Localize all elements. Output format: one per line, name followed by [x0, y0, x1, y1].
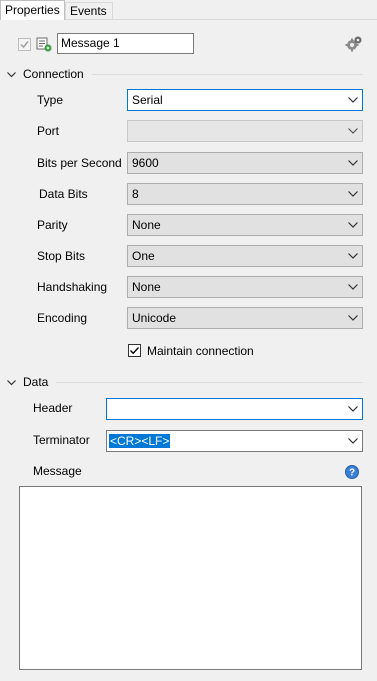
section-divider	[92, 74, 363, 75]
connection-section-header[interactable]: Connection	[7, 66, 84, 82]
encoding-value: Unicode	[132, 311, 177, 325]
chevron-down-icon	[347, 277, 359, 297]
chevron-down-icon	[347, 90, 359, 110]
bits-per-second-dropdown[interactable]: 9600	[127, 152, 363, 174]
bits-per-second-value: 9600	[132, 156, 159, 170]
gears-icon[interactable]	[345, 35, 363, 53]
chevron-down-icon	[347, 431, 359, 451]
message-icon	[36, 37, 52, 52]
parity-dropdown[interactable]: None	[127, 214, 363, 236]
chevron-down-icon	[347, 215, 359, 235]
terminator-label: Terminator	[33, 433, 90, 447]
header-combobox[interactable]	[106, 398, 363, 420]
chevron-down-icon	[347, 121, 359, 141]
header-label: Header	[33, 401, 73, 415]
chevron-down-icon	[347, 399, 359, 419]
chevron-down-icon	[347, 184, 359, 204]
type-label: Type	[37, 93, 64, 107]
terminator-value: <CR><LF>	[109, 434, 171, 448]
port-label: Port	[37, 124, 60, 138]
data-bits-dropdown[interactable]: 8	[127, 183, 363, 205]
type-dropdown[interactable]: Serial	[127, 89, 363, 111]
tab-events[interactable]: Events	[65, 2, 113, 19]
encoding-label: Encoding	[37, 311, 88, 325]
section-title: Data	[23, 375, 49, 389]
bits-per-second-label: Bits per Second	[37, 156, 122, 170]
data-section-header[interactable]: Data	[7, 374, 48, 390]
message-textarea[interactable]	[19, 486, 362, 670]
chevron-down-icon	[347, 308, 359, 328]
chevron-down-icon	[347, 246, 359, 266]
stop-bits-label: Stop Bits	[37, 249, 86, 263]
parity-value: None	[132, 218, 161, 232]
section-title: Connection	[23, 67, 84, 81]
stop-bits-value: One	[132, 249, 155, 263]
message-name-input[interactable]: Message 1	[57, 33, 194, 54]
checkmark-icon	[18, 38, 31, 51]
stop-bits-dropdown[interactable]: One	[127, 245, 363, 267]
parity-label: Parity	[37, 218, 68, 232]
tab-properties[interactable]: Properties	[0, 0, 65, 20]
handshaking-value: None	[132, 280, 161, 294]
help-icon[interactable]: ?	[345, 465, 359, 479]
section-divider	[56, 382, 363, 383]
handshaking-dropdown[interactable]: None	[127, 276, 363, 298]
port-dropdown[interactable]	[127, 120, 363, 142]
data-bits-value: 8	[132, 187, 139, 201]
message-label: Message	[33, 464, 82, 478]
chevron-down-icon	[347, 153, 359, 173]
encoding-dropdown[interactable]: Unicode	[127, 307, 363, 329]
terminator-combobox[interactable]: <CR><LF>	[106, 430, 363, 452]
handshaking-label: Handshaking	[37, 280, 108, 294]
type-value: Serial	[132, 93, 163, 107]
maintain-connection-label: Maintain connection	[147, 344, 254, 358]
checkmark-icon	[130, 347, 140, 355]
chevron-down-icon	[7, 68, 19, 84]
chevron-down-icon	[7, 376, 19, 392]
data-bits-label: Data Bits	[39, 187, 88, 201]
svg-text:?: ?	[349, 468, 355, 479]
maintain-connection-checkbox[interactable]	[128, 344, 141, 357]
enabled-checkbox[interactable]	[18, 38, 31, 51]
